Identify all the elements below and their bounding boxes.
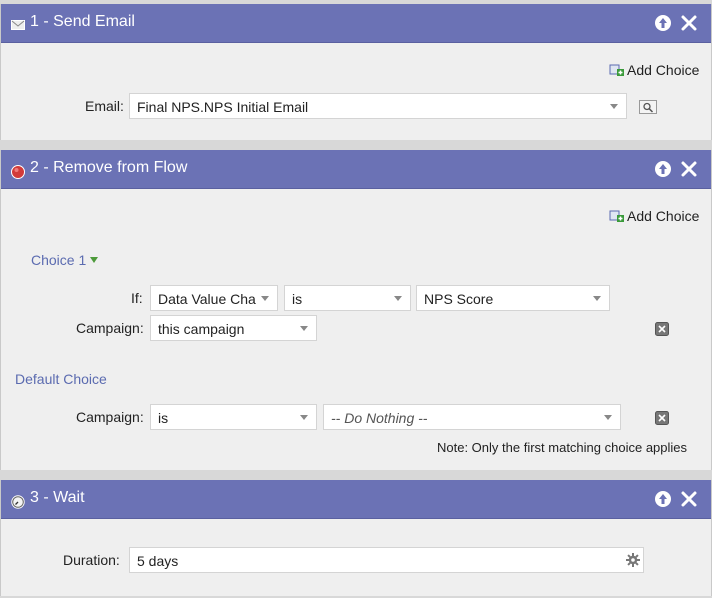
delete-icon[interactable]	[655, 411, 669, 425]
email-label: Email:	[85, 98, 124, 114]
add-choice-icon	[609, 64, 624, 76]
if-operator-select[interactable]: is	[284, 285, 411, 311]
default-action-select[interactable]: -- Do Nothing --	[323, 404, 621, 430]
campaign-value: this campaign	[158, 321, 245, 337]
step-title: 2 - Remove from Flow	[30, 159, 188, 176]
close-icon[interactable]	[679, 489, 699, 509]
duration-value: 5 days	[137, 553, 179, 569]
default-campaign-select[interactable]: is	[150, 404, 317, 430]
add-choice-icon	[609, 210, 624, 222]
default-action-value: -- Do Nothing --	[331, 410, 428, 426]
default-campaign-value: is	[158, 410, 169, 426]
step-header[interactable]: 3 - Wait	[1, 480, 711, 519]
step-header[interactable]: 2 - Remove from Flow	[1, 150, 711, 189]
delete-icon[interactable]	[655, 322, 669, 336]
chevron-down-icon	[300, 415, 308, 420]
close-icon[interactable]	[679, 13, 699, 33]
arrow-up-icon[interactable]	[653, 159, 673, 179]
step-header[interactable]: 1 - Send Email	[1, 4, 711, 43]
choice-note: Note: Only the first matching choice app…	[437, 440, 688, 455]
campaign-select[interactable]: this campaign	[150, 315, 317, 341]
choice-1-label[interactable]: Choice 1	[31, 252, 86, 268]
chevron-down-icon	[300, 326, 308, 331]
step-remove-from-flow: 2 - Remove from Flow Add Choice Choice 1…	[0, 150, 712, 470]
gear-icon[interactable]	[626, 553, 640, 567]
chevron-down-icon	[604, 415, 612, 420]
triangle-down-icon[interactable]	[90, 257, 98, 264]
add-choice-button[interactable]: Add Choice	[609, 62, 699, 80]
clock-icon	[11, 495, 25, 509]
email-value: Final NPS.NPS Initial Email	[137, 99, 309, 115]
add-choice-label: Add Choice	[627, 62, 700, 78]
default-campaign-label: Campaign:	[76, 409, 144, 425]
arrow-up-icon[interactable]	[653, 489, 673, 509]
step-send-email: 1 - Send Email Add Choice Email: Final N…	[0, 4, 712, 140]
arrow-up-icon[interactable]	[653, 13, 673, 33]
add-choice-button[interactable]: Add Choice	[609, 208, 699, 226]
if-label: If:	[131, 290, 143, 306]
close-icon[interactable]	[679, 159, 699, 179]
email-select[interactable]: Final NPS.NPS Initial Email	[129, 93, 627, 119]
step-wait: 3 - Wait Duration: 5 days	[0, 480, 712, 596]
if-value-value: NPS Score	[424, 291, 494, 307]
chevron-down-icon	[593, 296, 601, 301]
chevron-down-icon	[394, 296, 402, 301]
campaign-label: Campaign:	[76, 320, 144, 336]
duration-label: Duration:	[63, 552, 120, 568]
step-title: 3 - Wait	[30, 489, 85, 506]
email-icon	[11, 20, 25, 30]
chevron-down-icon	[261, 296, 269, 301]
if-value-select[interactable]: NPS Score	[416, 285, 610, 311]
if-operator-value: is	[292, 291, 303, 307]
preview-icon[interactable]	[639, 100, 657, 114]
step-title: 1 - Send Email	[30, 13, 135, 30]
duration-input[interactable]: 5 days	[129, 547, 644, 573]
default-choice-label[interactable]: Default Choice	[15, 371, 107, 387]
add-choice-label: Add Choice	[627, 208, 700, 224]
if-field-value: Data Value Cha	[158, 291, 256, 307]
if-field-select[interactable]: Data Value Cha	[150, 285, 278, 311]
stop-icon	[11, 165, 25, 179]
chevron-down-icon	[610, 104, 618, 109]
